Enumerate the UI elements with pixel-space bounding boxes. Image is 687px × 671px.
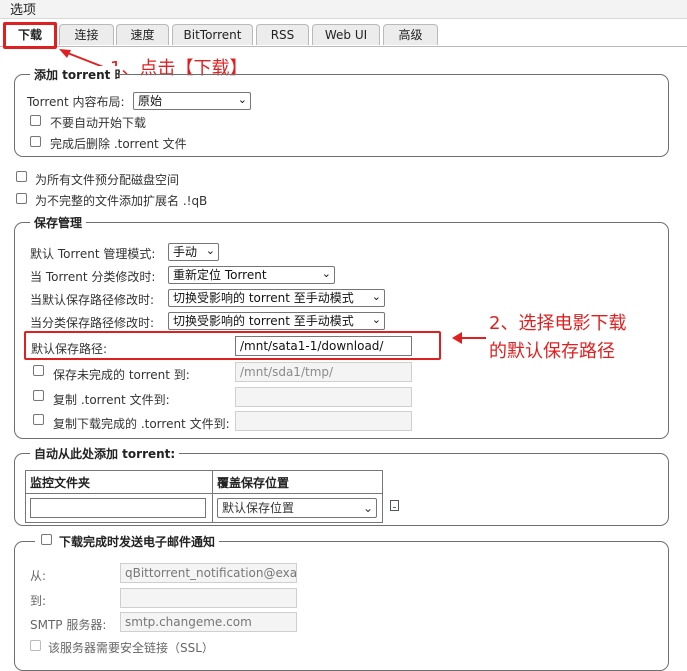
tab-advanced[interactable]: 高级 bbox=[383, 24, 438, 45]
auto-add-legend: 自动从此处添加 torrent: bbox=[30, 445, 180, 462]
copy-torrent-label: 复制 .torrent 文件到: bbox=[53, 393, 170, 407]
highlight-download-tab bbox=[3, 22, 57, 49]
default-path-changed-label: 当默认保存路径修改时: bbox=[30, 293, 155, 307]
email-to-label: 到: bbox=[30, 594, 47, 608]
smtp-server-input[interactable]: smtp.changeme.com bbox=[120, 612, 297, 632]
default-save-path-label: 默认保存路径: bbox=[31, 342, 108, 356]
content-layout-label: Torrent 内容布局: bbox=[27, 95, 125, 109]
default-save-path-input[interactable]: /mnt/sata1-1/download/ bbox=[235, 336, 412, 356]
watch-folder-input[interactable] bbox=[30, 498, 206, 518]
chevron-down-icon: ⌄ bbox=[321, 267, 331, 280]
chevron-down-icon: ⌄ bbox=[362, 501, 373, 515]
override-location-header: 覆盖保存位置 bbox=[212, 470, 383, 494]
watch-folder-table: 监控文件夹 覆盖保存位置 默认保存位置 ⌄ bbox=[25, 470, 383, 523]
tab-rss[interactable]: RSS bbox=[256, 24, 309, 45]
email-legend: 下载完成时发送电子邮件通知 bbox=[35, 533, 220, 550]
append-ext-label: 为不完整的文件添加扩展名 .!qB bbox=[35, 194, 208, 208]
chevron-down-icon: ⌄ bbox=[205, 244, 215, 257]
preallocate-label: 为所有文件预分配磁盘空间 bbox=[35, 173, 180, 187]
tab-bar: 下载 连接 速度 BitTorrent RSS Web UI 高级 bbox=[0, 22, 687, 47]
chevron-down-icon: ⌄ bbox=[371, 290, 381, 303]
tab-bittorrent[interactable]: BitTorrent bbox=[172, 24, 253, 45]
add-torrent-legend: 添加 torrent 时 bbox=[30, 66, 120, 83]
default-path-changed-select[interactable]: 切换受影响的 torrent 至手动模式 ⌄ bbox=[168, 289, 385, 307]
chevron-down-icon: ⌄ bbox=[237, 93, 247, 106]
options-title-bar: 选项 bbox=[0, 0, 687, 19]
incomplete-checkbox[interactable] bbox=[33, 365, 44, 376]
category-changed-select[interactable]: 重新定位 Torrent ⌄ bbox=[168, 266, 335, 284]
annotation-step-2-line-2: 的默认保存路径 bbox=[489, 341, 615, 362]
incomplete-label: 保存未完成的 torrent 到: bbox=[53, 368, 190, 382]
tab-speed[interactable]: 速度 bbox=[116, 24, 169, 45]
save-management-legend: 保存管理 bbox=[30, 214, 87, 231]
override-location-cell: 默认保存位置 ⌄ bbox=[212, 493, 383, 523]
copy-finished-label: 复制下载完成的 .torrent 文件到: bbox=[53, 417, 230, 431]
content-layout-select[interactable]: 原始 ⌄ bbox=[133, 92, 251, 110]
email-from-label: 从: bbox=[30, 569, 47, 583]
no-autostart-checkbox[interactable] bbox=[30, 115, 41, 126]
tab-connection[interactable]: 连接 bbox=[59, 24, 114, 45]
copy-torrent-path-input[interactable] bbox=[235, 387, 412, 407]
append-ext-checkbox[interactable] bbox=[16, 193, 27, 204]
no-autostart-label: 不要自动开始下载 bbox=[50, 116, 147, 130]
copy-finished-checkbox[interactable] bbox=[33, 414, 44, 425]
tab-webui[interactable]: Web UI bbox=[312, 24, 380, 45]
annotation-step-2-line-1: 2、选择电影下载 bbox=[489, 313, 627, 334]
email-from-input[interactable]: qBittorrent_notification@exa bbox=[120, 563, 297, 583]
delete-torrent-checkbox[interactable] bbox=[30, 136, 41, 147]
ssl-checkbox[interactable] bbox=[30, 640, 41, 651]
smtp-server-label: SMTP 服务器: bbox=[30, 618, 107, 632]
category-path-changed-select[interactable]: 切换受影响的 torrent 至手动模式 ⌄ bbox=[168, 312, 385, 330]
chevron-down-icon: ⌄ bbox=[371, 313, 381, 326]
category-path-changed-label: 当分类保存路径修改时: bbox=[30, 316, 155, 330]
override-location-select[interactable]: 默认保存位置 ⌄ bbox=[217, 498, 377, 518]
watch-folder-cell bbox=[25, 493, 213, 523]
delete-torrent-label: 完成后删除 .torrent 文件 bbox=[50, 137, 187, 151]
preallocate-checkbox[interactable] bbox=[16, 171, 27, 182]
email-notification-checkbox[interactable] bbox=[41, 534, 52, 545]
window-title: 选项 bbox=[10, 3, 37, 18]
arrow-2-icon bbox=[452, 332, 486, 344]
email-to-input[interactable] bbox=[120, 588, 297, 608]
category-changed-label: 当 Torrent 分类修改时: bbox=[30, 270, 156, 284]
watch-folder-header: 监控文件夹 bbox=[25, 470, 213, 494]
default-mode-select[interactable]: 手动 ⌄ bbox=[168, 243, 219, 261]
ssl-label: 该服务器需要安全链接（SSL） bbox=[48, 641, 214, 655]
incomplete-path-input[interactable]: /mnt/sda1/tmp/ bbox=[235, 362, 412, 382]
default-mode-label: 默认 Torrent 管理模式: bbox=[30, 247, 156, 261]
copy-torrent-checkbox[interactable] bbox=[33, 390, 44, 401]
add-folder-icon[interactable] bbox=[390, 500, 399, 511]
copy-finished-path-input[interactable] bbox=[235, 411, 412, 431]
